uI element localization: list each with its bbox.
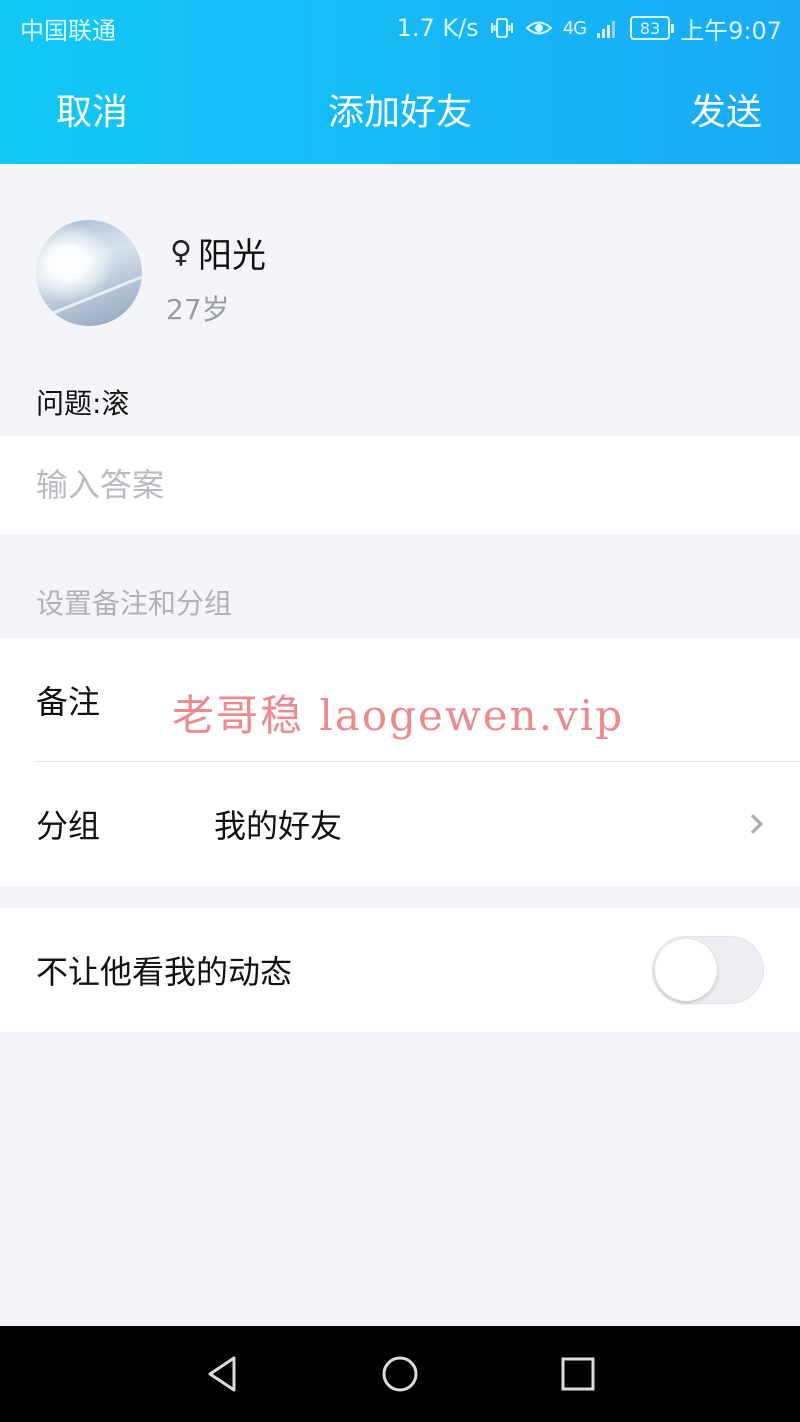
clock: 上午9:07	[680, 16, 782, 45]
cancel-button[interactable]: 取消	[56, 83, 128, 135]
user-age: 27岁	[166, 293, 230, 326]
back-icon[interactable]	[202, 1354, 242, 1394]
status-icons: 1.7 K/s 4G 83 上午9:07	[397, 11, 782, 46]
battery-icon: 83	[630, 16, 675, 40]
section-label: 设置备注和分组	[36, 587, 233, 620]
remark-row[interactable]: 备注 老哥稳 laogewen.vip	[0, 638, 800, 762]
remark-label: 备注	[36, 683, 101, 721]
privacy-toggle[interactable]	[652, 936, 764, 1004]
female-icon: ♀	[170, 235, 192, 270]
profile-card: ♀ 阳光 27岁 问题:滚	[0, 164, 800, 434]
send-button[interactable]: 发送	[690, 83, 762, 135]
privacy-row: 不让他看我的动态	[0, 908, 800, 1032]
group-value: 我的好友	[214, 807, 343, 845]
signal-icon	[597, 21, 616, 38]
carrier: 中国联通	[20, 16, 116, 45]
recent-apps-icon[interactable]	[558, 1354, 598, 1394]
battery-level: 83	[639, 18, 661, 38]
status-bar: 中国联通 1.7 K/s 4G 83 上午9:07	[0, 0, 800, 56]
answer-input[interactable]	[36, 466, 736, 504]
privacy-label: 不让他看我的动态	[36, 953, 293, 991]
system-nav-bar	[0, 1326, 800, 1422]
settings-group: 备注 老哥稳 laogewen.vip 分组 我的好友	[0, 638, 800, 886]
toggle-knob	[655, 939, 717, 1001]
home-icon[interactable]	[380, 1354, 420, 1394]
group-row[interactable]: 分组 我的好友	[0, 762, 800, 886]
net-speed: 1.7 K/s	[396, 14, 479, 42]
eye-icon	[525, 21, 553, 35]
name-row: ♀ 阳光	[170, 228, 266, 277]
watermark-text: 老哥稳 laogewen.vip	[172, 691, 625, 740]
vibrate-icon	[490, 18, 513, 38]
nav-bar: 取消 添加好友 发送	[0, 64, 800, 154]
header: 中国联通 1.7 K/s 4G 83 上午9:07 取消 添加好友 发送	[0, 0, 800, 164]
avatar[interactable]	[36, 220, 142, 326]
answer-box	[0, 436, 800, 534]
chevron-right-icon	[743, 814, 763, 834]
network-type: 4G	[562, 17, 587, 39]
verification-question: 问题:滚	[36, 387, 130, 420]
user-name: 阳光	[197, 236, 266, 276]
group-label: 分组	[36, 807, 101, 845]
